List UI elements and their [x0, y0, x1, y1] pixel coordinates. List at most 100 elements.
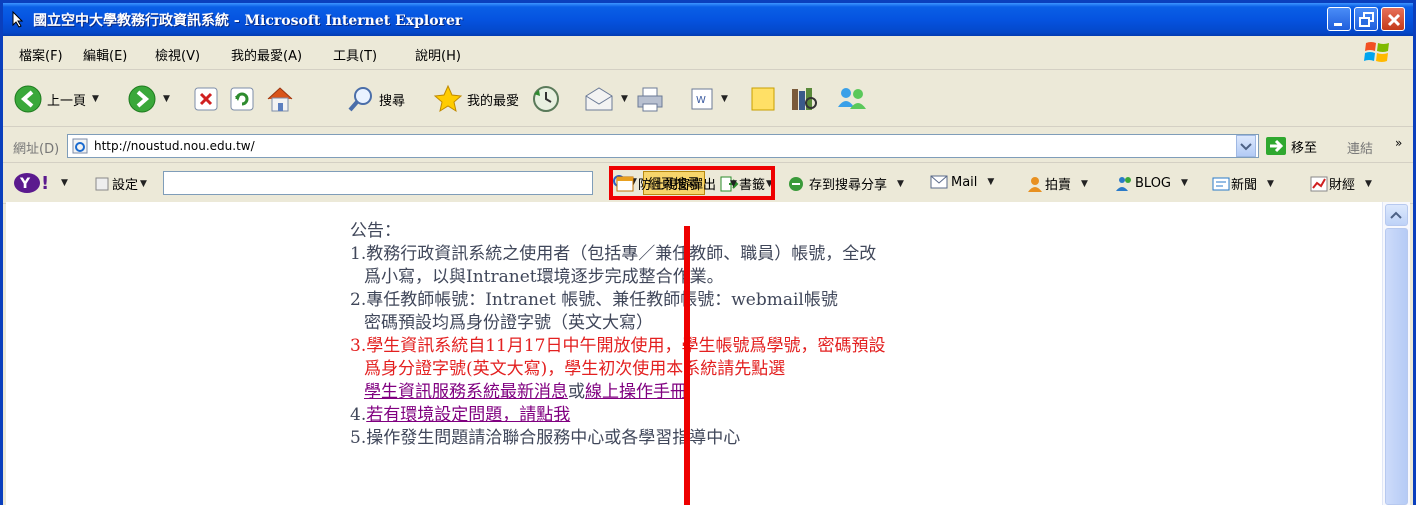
- news-link[interactable]: 新聞 ▼: [1211, 174, 1274, 193]
- blog-dropdown-icon: ▼: [1181, 178, 1188, 188]
- notice-item-5: 5.操作發生問題請洽聯合服務中心或各學習指導中心: [350, 428, 741, 448]
- settings-label: 設定: [112, 178, 139, 193]
- search-button[interactable]: 搜尋: [347, 83, 405, 115]
- research-books-icon: [792, 88, 817, 110]
- auction-dropdown-icon: ▼: [1081, 178, 1088, 189]
- auction-person-icon: [1028, 176, 1042, 192]
- address-input[interactable]: http://noustud.nou.edu.tw/: [67, 134, 1259, 158]
- chevron-up-icon: [1390, 211, 1402, 219]
- svg-text:W: W: [696, 95, 706, 106]
- refresh-button[interactable]: [229, 83, 255, 115]
- announcement-heading: 公告：: [350, 221, 401, 241]
- links-expand-icon[interactable]: »: [1395, 136, 1402, 150]
- close-button[interactable]: [1381, 7, 1405, 31]
- notice-item-4: 4.若有環境設定問題，請點我: [350, 404, 885, 427]
- home-icon: [267, 87, 293, 112]
- title-bar[interactable]: 國立空中大學教務行政資訊系統 - Microsoft Internet Expl…: [3, 3, 1413, 36]
- ie-page-icon: [72, 138, 88, 154]
- refresh-icon: [230, 87, 254, 111]
- history-button[interactable]: [531, 83, 561, 115]
- mail-icon: [585, 87, 613, 111]
- menu-bar: 檔案(F) 編輯(E) 檢視(V) 我的最愛(A) 工具(T) 說明(H): [3, 36, 1413, 70]
- menu-view[interactable]: 檢視(V): [155, 45, 200, 64]
- blog-people-icon: [1116, 177, 1131, 191]
- research-button[interactable]: [789, 83, 819, 115]
- note-icon: [751, 87, 775, 111]
- go-button[interactable]: 移至: [1265, 136, 1317, 156]
- printer-icon: [637, 87, 663, 112]
- menu-favorites[interactable]: 我的最愛(A): [231, 45, 302, 64]
- menu-file[interactable]: 檔案(F): [19, 45, 63, 64]
- yahoo-menu-button[interactable]: Y ! ▼: [13, 172, 68, 194]
- svg-text:Y: Y: [19, 176, 31, 192]
- share-label: 存到搜尋分享: [809, 178, 888, 193]
- auction-link[interactable]: 拍賣 ▼: [1025, 174, 1088, 193]
- news-label: 新聞: [1231, 178, 1258, 193]
- mail-dropdown-icon: ▼: [987, 177, 995, 187]
- minimize-button[interactable]: [1327, 7, 1351, 31]
- finance-dropdown-icon: ▼: [1365, 178, 1372, 189]
- yahoo-search-input[interactable]: [163, 171, 593, 195]
- vertical-scrollbar[interactable]: [1382, 202, 1410, 505]
- notice-or-text: 或: [568, 382, 585, 402]
- share-dropdown-icon: ▼: [897, 178, 904, 189]
- notice-item-2-line-2: 密碼預設均爲身份證字號（英文大寫）: [364, 313, 653, 333]
- restore-button[interactable]: [1354, 7, 1378, 31]
- notice-item-3-links: 學生資訊服務系統最新消息或線上操作手冊: [350, 381, 885, 404]
- edit-word-button[interactable]: W ▼: [689, 83, 728, 115]
- blog-link[interactable]: BLOG ▼: [1115, 174, 1188, 192]
- settings-dropdown-icon: ▼: [140, 178, 147, 189]
- mail-dropdown-icon[interactable]: ▼: [621, 94, 628, 104]
- forward-arrow-icon: [128, 85, 156, 113]
- popup-window-icon: [616, 176, 634, 191]
- forward-button[interactable]: ▼: [127, 83, 170, 115]
- popup-blocker-button[interactable]: 防止視窗彈出 ▼: [615, 174, 737, 193]
- home-button[interactable]: [265, 83, 295, 115]
- links-label[interactable]: 連結: [1347, 138, 1373, 157]
- finance-link[interactable]: 財經 ▼: [1309, 174, 1372, 193]
- scroll-up-button[interactable]: [1385, 204, 1408, 226]
- edit-dropdown-icon[interactable]: ▼: [721, 94, 728, 104]
- search-label: 搜尋: [379, 93, 406, 109]
- menu-edit[interactable]: 編輯(E): [83, 45, 127, 64]
- menu-help[interactable]: 說明(H): [415, 45, 461, 64]
- mail-label: Mail: [951, 174, 978, 190]
- student-news-link[interactable]: 學生資訊服務系統最新消息: [364, 382, 568, 402]
- chevron-down-icon: [1240, 143, 1252, 151]
- online-manual-link[interactable]: 線上操作手冊: [585, 382, 687, 402]
- notice-item-3-line-1: 3.學生資訊系統自11月17日中午開放使用，學生帳號爲學號，密碼預設: [350, 336, 886, 356]
- yahoo-settings-button[interactable]: 設定 ▼: [95, 174, 147, 193]
- environment-setup-link[interactable]: 若有環境設定問題，請點我: [366, 405, 570, 425]
- restore-icon: [1359, 12, 1374, 27]
- print-button[interactable]: [635, 83, 665, 115]
- address-url: http://noustud.nou.edu.tw/: [94, 139, 255, 153]
- scroll-thumb[interactable]: [1385, 228, 1408, 505]
- back-button[interactable]: 上一頁 ▼: [13, 83, 99, 115]
- svg-text:!: !: [41, 173, 49, 194]
- mail-link[interactable]: Mail ▼: [929, 174, 994, 190]
- address-dropdown-button[interactable]: [1236, 135, 1256, 157]
- close-icon: [1387, 13, 1401, 27]
- yahoo-logo-icon: Y !: [14, 173, 49, 194]
- favorites-button[interactable]: 我的最愛: [433, 83, 519, 115]
- back-dropdown-icon[interactable]: ▼: [92, 94, 99, 104]
- back-label: 上一頁: [47, 93, 87, 109]
- popup-blocker-label: 防止視窗彈出: [638, 178, 717, 193]
- discuss-button[interactable]: [749, 83, 777, 115]
- yahoo-toolbar: Y ! ▼ 設定 ▼ ▼ 網頁搜尋 書籤 ▼: [3, 164, 1413, 204]
- news-dropdown-icon: ▼: [1267, 178, 1274, 189]
- mail-button[interactable]: ▼: [583, 83, 628, 115]
- search-icon: [348, 87, 372, 112]
- messenger-button[interactable]: [835, 83, 869, 115]
- stop-icon: [194, 87, 218, 111]
- messenger-icon: [838, 88, 866, 109]
- news-icon: [1212, 177, 1230, 190]
- popup-blocker-dropdown-icon: ▼: [730, 178, 737, 189]
- stop-button[interactable]: [193, 83, 219, 115]
- standard-toolbar: 上一頁 ▼ ▼ 搜尋 我的最愛 ▼ W ▼: [3, 71, 1413, 127]
- finance-chart-icon: [1310, 176, 1328, 191]
- announcement: 公告： 1.教務行政資訊系統之使用者（包括專／兼任教師、職員）帳號，全改 爲小寫…: [350, 220, 885, 450]
- menu-tools[interactable]: 工具(T): [333, 45, 377, 64]
- forward-dropdown-icon[interactable]: ▼: [163, 94, 170, 104]
- share-button[interactable]: 存到搜尋分享 ▼: [787, 174, 904, 193]
